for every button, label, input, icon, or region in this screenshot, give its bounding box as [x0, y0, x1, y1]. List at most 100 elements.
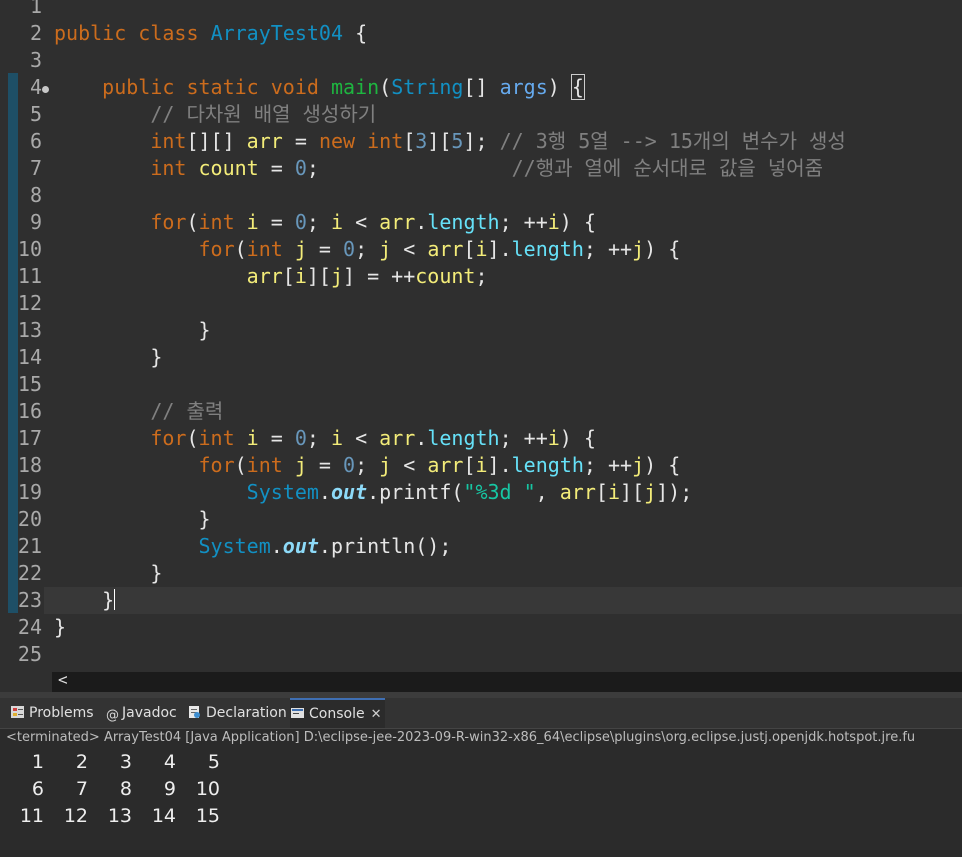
brackets: [][] [186, 129, 235, 153]
variable: j [379, 453, 392, 477]
code-line-24: } [54, 614, 66, 641]
console-line: 11 12 13 14 15 [8, 803, 220, 830]
bottom-panel-tabs: Problems @ Javadoc Declaration Console ✕ [0, 698, 962, 729]
scrollbar-corner [0, 672, 52, 692]
tab-label: Declaration [206, 705, 287, 721]
horizontal-scrollbar[interactable]: < [52, 670, 962, 692]
keyword: int [367, 129, 404, 153]
variable: count [415, 264, 476, 288]
line-number: 21 [17, 534, 42, 558]
output-value: 15 [195, 805, 220, 827]
console-line: 6 7 8 9 10 [8, 776, 220, 803]
variable: i [246, 426, 259, 450]
fold-toggle-icon[interactable] [42, 86, 49, 93]
line-number: 2 [29, 21, 42, 45]
line-number: 12 [17, 291, 42, 315]
output-value: 7 [75, 778, 88, 800]
output-value: 6 [31, 778, 44, 800]
parameter: args [499, 75, 548, 99]
variable: i [607, 480, 620, 504]
variable: arr [246, 129, 283, 153]
line-number: 20 [17, 507, 42, 531]
variable: i [294, 264, 307, 288]
line-number: 9 [29, 210, 42, 234]
declaration-icon [189, 706, 200, 718]
comment: //행과 열에 순서대로 값을 넣어줌 [511, 156, 824, 180]
output-value: 14 [151, 805, 176, 827]
tab-javadoc[interactable]: @ Javadoc [106, 698, 177, 728]
keyword: for [150, 426, 187, 450]
line-number: 15 [17, 372, 42, 396]
type-name: String [391, 75, 464, 99]
keyword: int [198, 426, 235, 450]
tab-declaration[interactable]: Declaration [187, 698, 287, 728]
line-number: 10 [17, 237, 42, 261]
output-value: 12 [63, 805, 88, 827]
code-line-2: public class ArrayTest04 { [54, 20, 367, 47]
code-line-23: } [54, 587, 116, 614]
line-number: 24 [17, 615, 42, 639]
code-line-17: for(int i = 0; i < arr.length; ++i) { [150, 426, 596, 450]
code-line-9: for(int i = 0; i < arr.length; ++i) { [150, 210, 596, 234]
scroll-left-arrow-icon[interactable]: < [58, 670, 68, 689]
variable: i [547, 426, 560, 450]
line-number-gutter: 1 2 3 4 5 6 7 8 9 10 11 12 13 14 15 16 1… [0, 0, 49, 672]
field: length [427, 210, 500, 234]
code-line-6: int[][] arr = new int[3][5]; // 3행 5열 --… [150, 129, 846, 153]
output-value: 10 [195, 778, 220, 800]
output-value: 5 [207, 751, 220, 773]
comment: // 출력 [150, 399, 224, 423]
keyword: int [198, 210, 235, 234]
keyword: int [150, 156, 187, 180]
method-call: println [330, 534, 416, 558]
output-value: 1 [31, 751, 44, 773]
code-line-21: System.out.println(); [198, 534, 452, 558]
keyword: void [270, 75, 319, 99]
output-value: 9 [163, 778, 176, 800]
keyword: for [150, 210, 187, 234]
line-number: 5 [29, 102, 42, 126]
problems-icon [11, 706, 24, 718]
code-line-11: arr[i][j] = ++count; [246, 264, 488, 288]
static-field: out [330, 480, 368, 504]
line-number: 11 [17, 264, 42, 288]
code-editor[interactable]: 1 2 3 4 5 6 7 8 9 10 11 12 13 14 15 16 1… [0, 0, 962, 672]
variable: j [294, 237, 307, 261]
tab-label: Problems [29, 705, 94, 721]
variable: i [330, 426, 344, 450]
comment: // 다차원 배열 생성하기 [150, 102, 377, 126]
number: 0 [343, 237, 356, 261]
code-line-13: } [54, 317, 211, 344]
tab-console[interactable]: Console ✕ [290, 698, 386, 728]
number: 5 [451, 129, 464, 153]
code-line-7: int count = 0; //행과 열에 순서대로 값을 넣어줌 [150, 156, 824, 180]
console-output[interactable]: 12345 6 7 8 9 10 11 12 13 14 15 [0, 747, 962, 857]
field: length [427, 426, 500, 450]
number: 0 [294, 426, 307, 450]
close-icon[interactable]: ✕ [371, 707, 382, 722]
output-value: 11 [19, 805, 44, 827]
brackets: [] [463, 75, 488, 99]
output-value: 3 [119, 751, 132, 773]
brace: { [355, 21, 368, 45]
number: 0 [294, 210, 307, 234]
code-line-22: } [54, 560, 162, 587]
output-value: 13 [107, 805, 132, 827]
brace: } [150, 561, 163, 585]
keyword: for [198, 237, 235, 261]
keyword: int [246, 453, 283, 477]
tab-problems[interactable]: Problems [10, 698, 94, 728]
variable: arr [379, 426, 416, 450]
output-value: 2 [75, 751, 88, 773]
keyword: public [102, 75, 175, 99]
line-number: 13 [17, 318, 42, 342]
string-literal: "%3d " [463, 480, 536, 504]
number: 0 [294, 156, 307, 180]
line-number: 3 [29, 48, 42, 72]
class-name: ArrayTest04 [210, 21, 344, 45]
code-line-20: } [54, 506, 211, 533]
variable: j [632, 237, 645, 261]
console-status-line: <terminated> ArrayTest04 [Java Applicati… [0, 729, 962, 747]
line-number: 17 [17, 426, 42, 450]
console-line: 1 2 3 4 5 [8, 749, 220, 776]
